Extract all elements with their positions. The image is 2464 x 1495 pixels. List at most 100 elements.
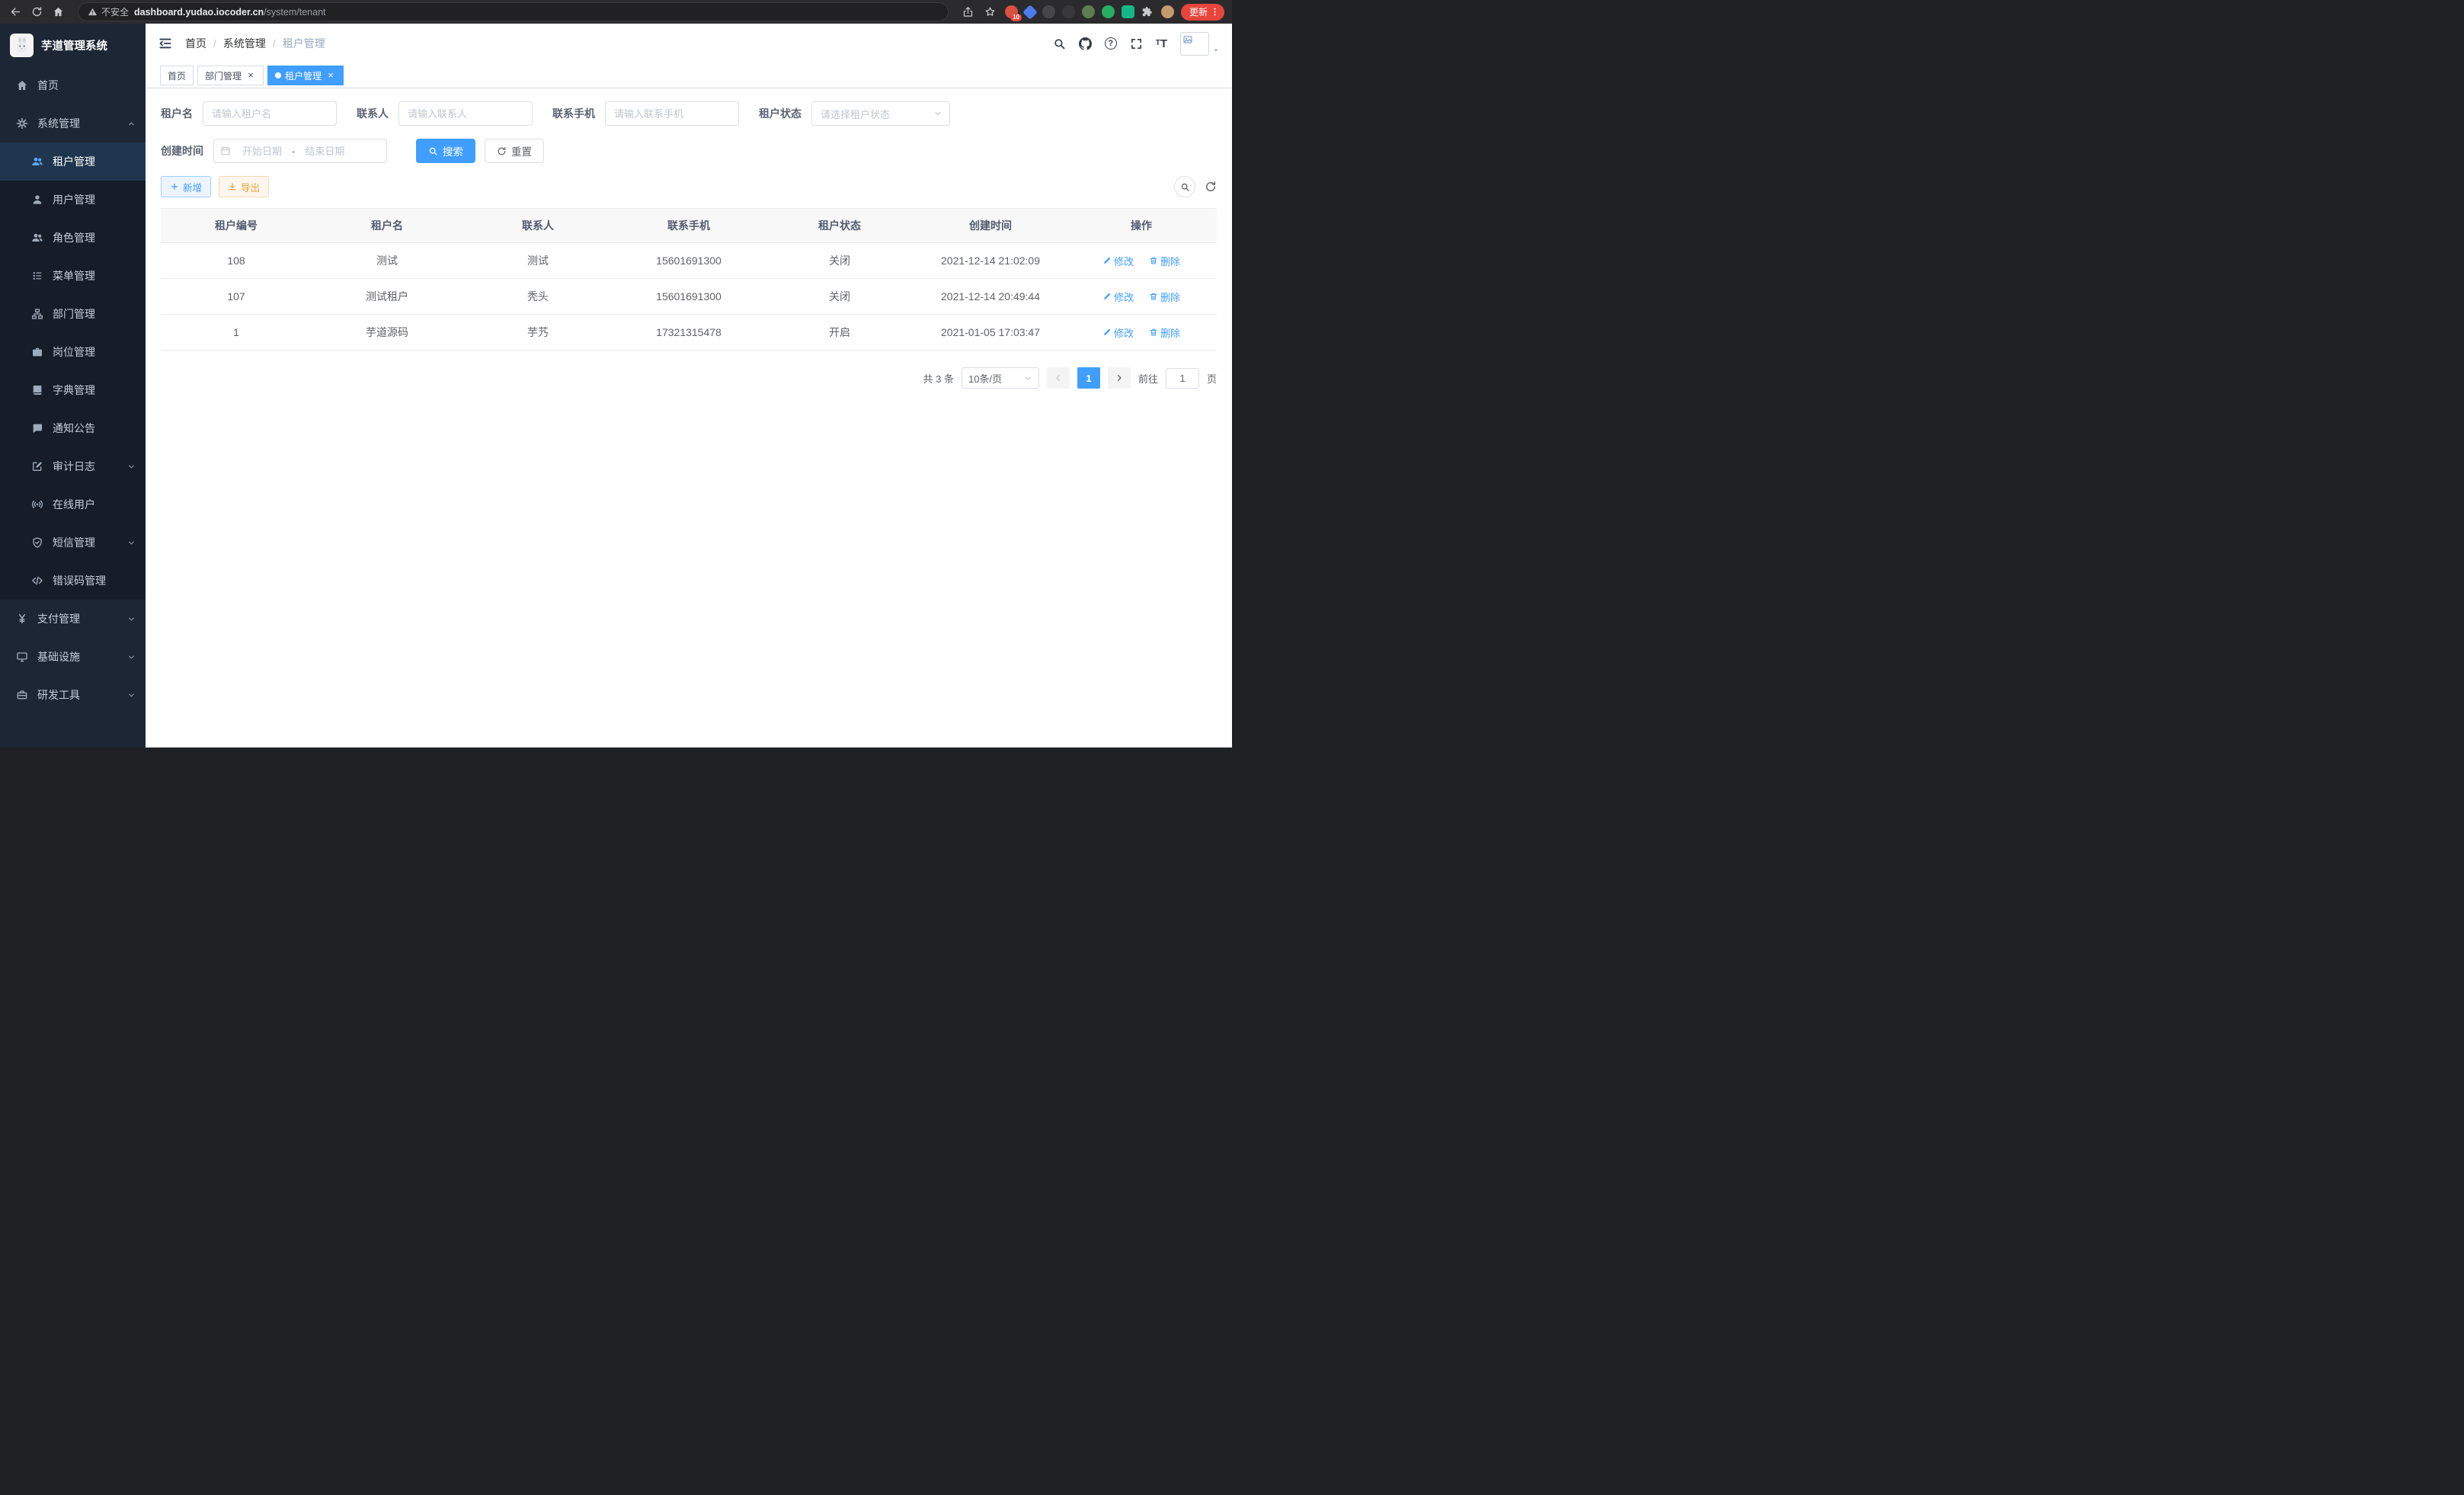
sidebar-item-online-user[interactable]: 在线用户 [0, 485, 146, 523]
sidebar-item-label: 研发工具 [37, 687, 80, 703]
sidebar-item-role[interactable]: 角色管理 [0, 219, 146, 257]
table-toolbar: 新增 导出 [161, 176, 1217, 197]
contact-input[interactable] [398, 101, 533, 126]
status-select[interactable]: 请选择租户状态 [811, 101, 950, 126]
update-label: 更新 [1189, 5, 1208, 18]
toggle-search-button[interactable] [1174, 176, 1195, 197]
extensions-puzzle-icon[interactable] [1141, 5, 1154, 18]
prev-page-button[interactable] [1047, 367, 1070, 389]
cell-name: 测试租户 [312, 279, 462, 315]
breadcrumb-separator: / [273, 37, 276, 50]
users-icon [31, 155, 43, 168]
page-size-select[interactable]: 10条/页 [962, 367, 1039, 389]
delete-link[interactable]: 删除 [1149, 290, 1180, 304]
org-tree-icon [31, 308, 43, 320]
header-search-icon[interactable] [1053, 37, 1066, 50]
sidebar-item-label: 租户管理 [53, 154, 95, 169]
date-range-picker[interactable]: - [213, 139, 387, 163]
bookmark-star-icon[interactable] [983, 5, 998, 20]
sidebar-item-system[interactable]: 系统管理 [0, 104, 146, 142]
refresh-table-button[interactable] [1205, 181, 1217, 193]
chevron-left-icon [1054, 373, 1063, 383]
user-avatar-menu[interactable] [1180, 32, 1220, 56]
sidebar-item-dept[interactable]: 部门管理 [0, 295, 146, 333]
phone-input[interactable] [605, 101, 739, 126]
page-button-1[interactable]: 1 [1077, 367, 1100, 389]
site-security-chip[interactable]: 不安全 [88, 5, 129, 18]
browser-reload-button[interactable] [29, 5, 44, 20]
yen-icon [16, 613, 28, 625]
github-icon[interactable] [1079, 37, 1092, 50]
system-submenu: 租户管理 用户管理 角色管理 菜单管理 部门管理 [0, 142, 146, 600]
reset-button[interactable]: 重置 [485, 139, 544, 163]
online-signal-icon [31, 498, 43, 511]
table-row: 108 测试 测试 15601691300 关闭 2021-12-14 21:0… [161, 243, 1217, 279]
breadcrumb-home[interactable]: 首页 [185, 36, 206, 51]
extension-dark-icon-2[interactable] [1062, 5, 1075, 18]
pencil-icon [1102, 256, 1112, 265]
message-icon [31, 422, 43, 434]
tab-home[interactable]: 首页 [160, 66, 194, 85]
toolbar-right [1174, 176, 1217, 197]
extension-dark-icon-1[interactable] [1042, 5, 1055, 18]
trash-icon [1149, 292, 1158, 301]
profile-avatar[interactable] [1161, 5, 1174, 18]
search-button[interactable]: 搜索 [416, 139, 475, 163]
sidebar-item-error-code[interactable]: 错误码管理 [0, 562, 146, 600]
goto-page-input[interactable] [1166, 368, 1199, 389]
tab-dept[interactable]: 部门管理 × [197, 66, 264, 85]
extension-teal-icon[interactable] [1122, 5, 1134, 18]
delete-link[interactable]: 删除 [1149, 254, 1180, 268]
sidebar-item-label: 部门管理 [53, 306, 95, 322]
breadcrumb-separator: / [213, 37, 216, 50]
reset-button-label: 重置 [511, 143, 532, 158]
help-icon[interactable]: ? [1105, 37, 1117, 50]
text-size-icon[interactable]: TT [1156, 38, 1167, 50]
share-icon[interactable] [961, 5, 976, 20]
sidebar-item-user[interactable]: 用户管理 [0, 181, 146, 219]
date-end-input[interactable] [296, 146, 353, 157]
navbar: 首页 / 系统管理 / 租户管理 ? TT [146, 24, 1232, 63]
sidebar-item-label: 菜单管理 [53, 268, 95, 283]
total-count: 共 3 条 [923, 371, 954, 386]
close-icon[interactable]: × [325, 70, 336, 81]
edit-link[interactable]: 修改 [1102, 290, 1134, 304]
sidebar-item-menu[interactable]: 菜单管理 [0, 257, 146, 295]
sidebar-item-sms[interactable]: 短信管理 [0, 523, 146, 562]
filter-phone: 联系手机 [552, 101, 739, 126]
sidebar-item-notice[interactable]: 通知公告 [0, 409, 146, 447]
app-logo[interactable]: 芋道管理系统 [0, 24, 146, 66]
export-button[interactable]: 导出 [219, 176, 269, 197]
date-start-input[interactable] [234, 146, 290, 157]
tab-tenant[interactable]: 租户管理 × [267, 66, 344, 85]
sidebar-item-audit-log[interactable]: 审计日志 [0, 447, 146, 485]
close-icon[interactable]: × [245, 70, 256, 81]
sidebar-item-post[interactable]: 岗位管理 [0, 333, 146, 371]
breadcrumb-system[interactable]: 系统管理 [223, 36, 266, 51]
sidebar-item-pay[interactable]: 支付管理 [0, 600, 146, 638]
chevron-down-icon [127, 539, 136, 547]
filter-row-2: 创建时间 - 搜索 重置 [161, 139, 1217, 163]
sidebar-collapse-icon[interactable] [146, 36, 185, 51]
browser-back-button[interactable] [8, 5, 23, 20]
add-button[interactable]: 新增 [161, 176, 211, 197]
sidebar-item-infra[interactable]: 基础设施 [0, 638, 146, 676]
extension-green-icon[interactable] [1102, 5, 1115, 18]
sidebar-item-home[interactable]: 首页 [0, 66, 146, 104]
edit-link[interactable]: 修改 [1102, 325, 1134, 340]
next-page-button[interactable] [1108, 367, 1131, 389]
edit-link[interactable]: 修改 [1102, 254, 1134, 268]
warning-icon [88, 7, 98, 17]
extension-red-icon[interactable]: 10 [1005, 5, 1018, 18]
fullscreen-icon[interactable] [1130, 37, 1143, 50]
extension-olive-icon[interactable] [1082, 5, 1095, 18]
address-bar[interactable]: 不安全 dashboard.yudao.iocoder.cn/system/te… [78, 2, 949, 21]
browser-home-button[interactable] [50, 5, 66, 20]
sidebar-item-tenant[interactable]: 租户管理 [0, 142, 146, 181]
sidebar-item-dev-tool[interactable]: 研发工具 [0, 676, 146, 714]
sidebar-item-dict[interactable]: 字典管理 [0, 371, 146, 409]
browser-update-button[interactable]: 更新 [1181, 4, 1224, 21]
tenant-name-input[interactable] [203, 101, 337, 126]
delete-link[interactable]: 删除 [1149, 325, 1180, 340]
extension-blue-icon[interactable] [1022, 5, 1038, 20]
